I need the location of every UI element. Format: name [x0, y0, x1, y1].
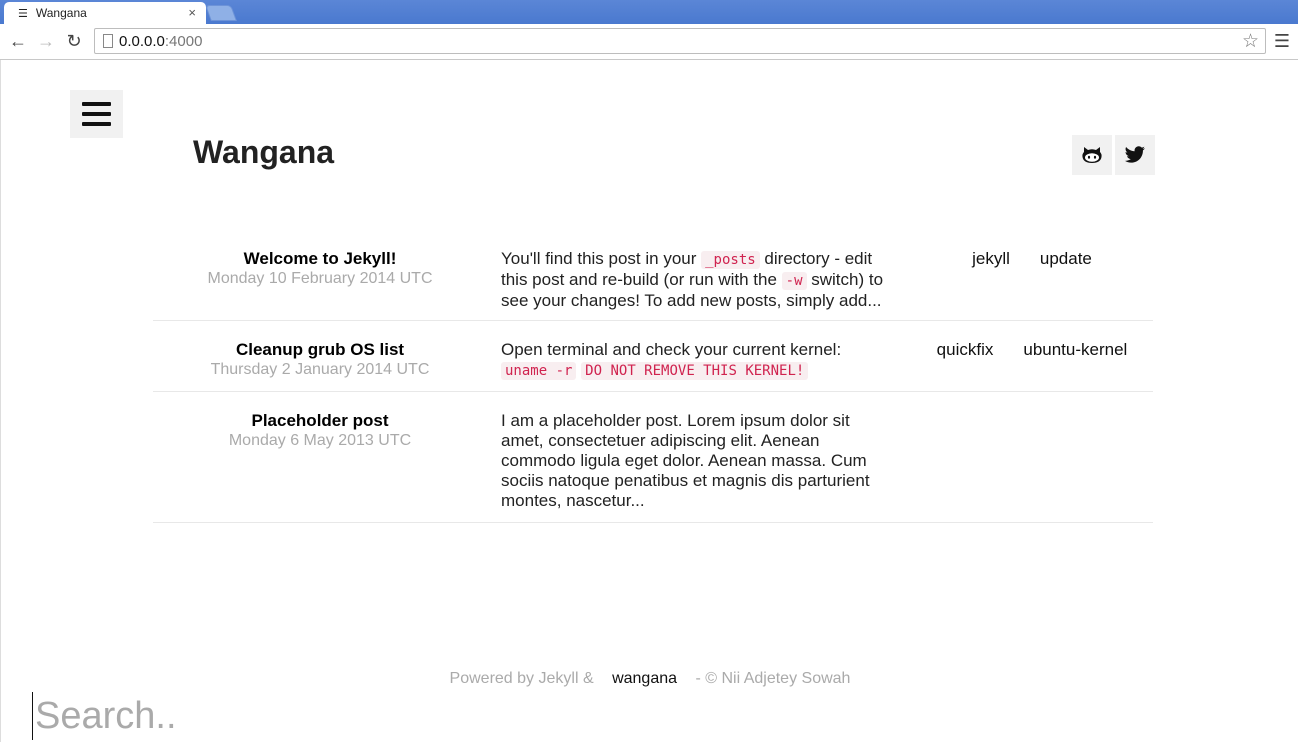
post-list: Welcome to Jekyll! Monday 10 February 20…: [153, 235, 1153, 523]
post-tags: quickfix ubuntu-kernel: [911, 340, 1153, 360]
footer-brand-link[interactable]: wangana: [612, 670, 677, 687]
footer-copyright: - © Nii Adjetey Sowah: [695, 670, 851, 687]
close-tab-icon[interactable]: ×: [188, 5, 196, 20]
site-title: Wangana: [193, 134, 335, 170]
code-snippet: -w: [781, 272, 807, 290]
tag-link[interactable]: jekyll: [972, 249, 1010, 269]
back-arrow-icon[interactable]: ←: [8, 31, 28, 51]
page-content: Wangana Welcome to Jekyll! Monday 10 Feb…: [0, 60, 1298, 742]
post-title-link[interactable]: Placeholder post: [153, 411, 487, 431]
post-date: Monday 10 February 2014 UTC: [207, 270, 433, 287]
post-title-link[interactable]: Cleanup grub OS list: [153, 340, 487, 360]
post-date: Thursday 2 January 2014 UTC: [210, 361, 430, 378]
post-row: Placeholder post Monday 6 May 2013 UTC I…: [153, 392, 1153, 523]
url-text[interactable]: 0.0.0.0:4000: [119, 33, 202, 50]
post-excerpt: Open terminal and check your current ker…: [501, 340, 842, 380]
reload-icon[interactable]: ↻: [64, 31, 84, 51]
post-date: Monday 6 May 2013 UTC: [228, 432, 412, 449]
post-excerpt: I am a placeholder post. Lorem ipsum dol…: [501, 411, 870, 510]
post-title-link[interactable]: Welcome to Jekyll!: [153, 249, 487, 269]
menu-bar-icon: [82, 102, 111, 106]
browser-menu-icon[interactable]: ☰: [1274, 31, 1290, 52]
github-link[interactable]: [1072, 135, 1112, 175]
tab-title: Wangana: [35, 6, 87, 20]
browser-tab[interactable]: ☰ Wangana ×: [4, 2, 206, 24]
new-tab-button[interactable]: [205, 5, 237, 21]
post-row: Welcome to Jekyll! Monday 10 February 20…: [153, 235, 1153, 321]
footer-prefix: Powered by Jekyll &: [449, 670, 594, 687]
post-row: Cleanup grub OS list Thursday 2 January …: [153, 321, 1153, 392]
code-snippet: DO NOT REMOVE THIS KERNEL!: [581, 362, 809, 380]
menu-toggle-button[interactable]: [70, 90, 123, 138]
tag-link[interactable]: quickfix: [937, 340, 994, 360]
footer: Powered by Jekyll & wangana - © Nii Adje…: [1, 670, 1298, 688]
twitter-link[interactable]: [1115, 135, 1155, 175]
search-input[interactable]: [32, 692, 632, 740]
hamburger-favicon-icon: ☰: [18, 7, 28, 20]
bookmark-star-icon[interactable]: ☆: [1242, 30, 1259, 53]
code-snippet: uname -r: [501, 362, 577, 380]
code-snippet: _posts: [701, 251, 760, 269]
page-icon: [103, 34, 113, 48]
twitter-icon: [1124, 146, 1145, 163]
post-meta: Cleanup grub OS list Thursday 2 January …: [153, 340, 487, 379]
address-bar[interactable]: 0.0.0.0:4000 ☆: [94, 28, 1266, 54]
tag-link[interactable]: update: [1040, 249, 1092, 269]
menu-bar-icon: [82, 122, 111, 126]
forward-arrow-icon[interactable]: →: [36, 31, 56, 51]
browser-toolbar: ← → ↻ 0.0.0.0:4000 ☆ ☰: [0, 24, 1298, 60]
post-meta: Welcome to Jekyll! Monday 10 February 20…: [153, 249, 487, 288]
menu-bar-icon: [82, 112, 111, 116]
tag-link[interactable]: ubuntu-kernel: [1023, 340, 1127, 360]
post-meta: Placeholder post Monday 6 May 2013 UTC: [153, 411, 487, 450]
browser-tab-bar: ☰ Wangana ×: [0, 0, 1298, 24]
post-excerpt: You'll find this post in your _posts dir…: [501, 249, 884, 310]
github-icon: [1082, 147, 1102, 163]
post-tags: jekyll update: [911, 249, 1153, 269]
